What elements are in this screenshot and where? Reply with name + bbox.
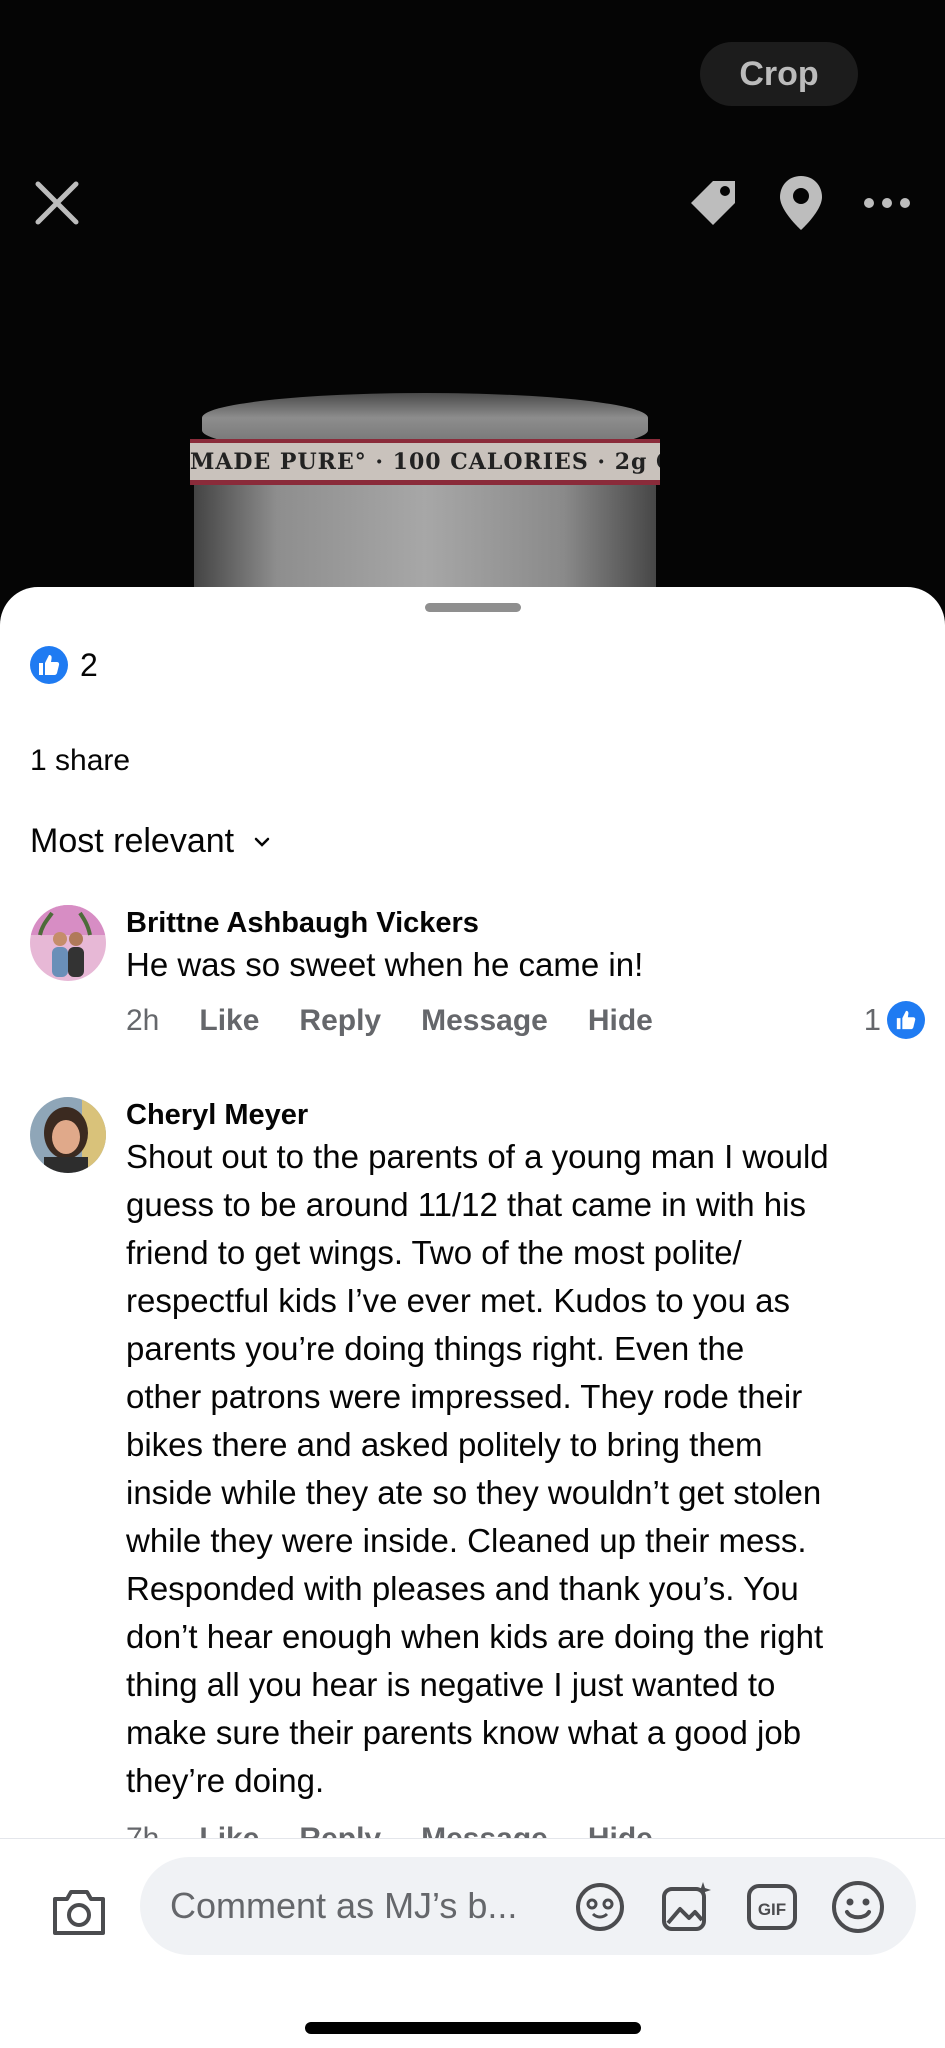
sheet-grabber[interactable] — [425, 603, 521, 612]
more-options-icon[interactable] — [852, 168, 922, 238]
comment-text-line: friend to get wings. Two of the most pol… — [126, 1234, 742, 1271]
photo-can-image: MADE PURE° · 100 CALORIES · 2g CARBS · — [190, 393, 660, 620]
comment-text-line: they’re doing. — [126, 1762, 325, 1799]
avatar[interactable] — [30, 1097, 106, 1173]
comment-text-line: while they were inside. Cleaned up their… — [126, 1522, 807, 1559]
crop-button[interactable]: Crop — [700, 42, 858, 106]
svg-text:GIF: GIF — [758, 1900, 786, 1919]
chevron-down-icon — [254, 837, 270, 847]
like-button[interactable]: Like — [199, 1004, 259, 1038]
reaction-summary[interactable]: 2 — [30, 645, 98, 685]
avatar[interactable] — [30, 905, 106, 981]
comment-text-line: guess to be around 11/12 that came in wi… — [126, 1186, 806, 1223]
location-pin-icon[interactable] — [766, 168, 836, 238]
can-label-text: MADE PURE° · 100 CALORIES · 2g CARBS · — [190, 449, 660, 475]
comment-actions: 2h Like Reply Message Hide — [126, 1004, 653, 1038]
sort-label: Most relevant — [30, 822, 235, 860]
comment-text: He was so sweet when he came in! — [126, 946, 644, 983]
comment-like-count[interactable]: 1 — [864, 1001, 925, 1039]
comment-input-placeholder: Comment as MJ’s b... — [170, 1885, 518, 1926]
comment-author[interactable]: Brittne Ashbaugh Vickers — [126, 907, 479, 940]
home-indicator[interactable] — [305, 2022, 641, 2034]
comment-text-line: don’t hear enough when kids are doing th… — [126, 1618, 824, 1655]
comment-text-line: bikes there and asked politely to bring … — [126, 1426, 763, 1463]
comment-text-line: make sure their parents know what a good… — [126, 1714, 802, 1751]
comment-text-line: respectful kids I’ve ever met. Kudos to … — [126, 1282, 790, 1319]
gif-icon[interactable]: GIF — [744, 1879, 800, 1935]
comment-text-line: Shout out to the parents of a young man … — [126, 1138, 829, 1175]
comments-sheet: 2 1 share Most relevant Brittne Ashbaugh… — [0, 587, 945, 2048]
comment-author[interactable]: Cheryl Meyer — [126, 1099, 308, 1132]
thumbs-up-icon — [30, 646, 68, 684]
reply-button[interactable]: Reply — [299, 1004, 381, 1038]
comment-text-line: other patrons were impressed. They rode … — [126, 1378, 803, 1415]
comment-text-line: inside while they ate so they wouldn’t g… — [126, 1474, 822, 1511]
photo-viewer[interactable]: Crop MADE PURE° · 100 CALORIES · 2g CARB… — [0, 0, 945, 620]
emoji-icon[interactable] — [830, 1879, 886, 1935]
avatar-sticker-icon[interactable] — [572, 1879, 628, 1935]
tag-icon[interactable] — [678, 168, 748, 238]
share-count[interactable]: 1 share — [30, 744, 130, 778]
comment-text-line: thing all you hear is negative I just wa… — [126, 1666, 776, 1703]
reaction-count: 2 — [80, 646, 98, 683]
message-button[interactable]: Message — [421, 1004, 548, 1038]
comment-composer: Comment as MJ’s b... GIF — [0, 1838, 945, 2048]
like-count: 1 — [863, 1002, 881, 1037]
comment-input[interactable]: Comment as MJ’s b... GIF — [140, 1857, 916, 1955]
hide-button[interactable]: Hide — [588, 1004, 653, 1038]
sort-dropdown[interactable]: Most relevant — [30, 822, 270, 861]
close-icon[interactable] — [22, 168, 92, 238]
camera-icon[interactable] — [46, 1879, 112, 1945]
comment-time[interactable]: 2h — [126, 1004, 159, 1038]
comment-text: Shout out to the parents of a young man … — [126, 1133, 926, 1805]
comment-text-line: Responded with pleases and thank you’s. … — [126, 1570, 799, 1607]
comment-text-line: parents you’re doing things right. Even … — [126, 1330, 745, 1367]
thumbs-up-icon — [887, 1001, 925, 1039]
photo-sparkle-icon[interactable] — [658, 1879, 714, 1935]
